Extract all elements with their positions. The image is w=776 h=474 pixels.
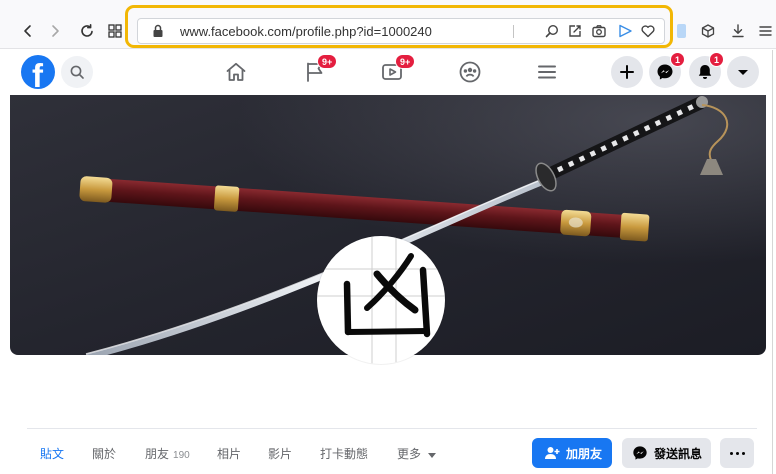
send-icon[interactable]	[617, 23, 633, 39]
search-icon	[70, 65, 84, 79]
address-bar-divider	[513, 25, 514, 38]
zoom-icon[interactable]	[544, 23, 560, 39]
tab-videos-label: 影片	[268, 447, 293, 461]
forward-icon[interactable]	[47, 23, 63, 39]
tab-friends[interactable]: 朋友 190	[145, 446, 190, 464]
more-caret-down-icon[interactable]	[428, 453, 436, 458]
lock-icon[interactable]	[150, 23, 166, 39]
messenger-notification-badge: 1	[670, 52, 686, 67]
caret-down-icon	[738, 70, 748, 75]
video-notification-badge: 9+	[395, 54, 416, 69]
tab-about[interactable]: 關於	[92, 446, 116, 462]
reload-icon[interactable]	[79, 23, 95, 39]
more-options-icon	[735, 451, 739, 455]
tab-photos-label: 相片	[217, 447, 242, 461]
groups-icon[interactable]	[458, 60, 482, 84]
tab-friends-label: 朋友	[145, 447, 170, 461]
share-edit-icon[interactable]	[567, 23, 583, 39]
tab-more[interactable]: 更多	[397, 446, 421, 462]
facebook-logo-letter: f	[32, 57, 43, 90]
tab-photos[interactable]: 相片	[217, 446, 241, 462]
cube-icon[interactable]	[700, 23, 716, 39]
home-icon[interactable]	[224, 60, 248, 84]
tab-posts-label: 貼文	[40, 447, 65, 461]
favorite-heart-icon[interactable]	[640, 23, 656, 39]
account-menu-button[interactable]	[727, 56, 759, 88]
tab-more-label: 更多	[397, 447, 422, 461]
messenger-icon	[657, 64, 673, 80]
pages-notification-badge: 9+	[317, 54, 338, 69]
apps-grid-icon[interactable]	[107, 23, 123, 39]
page-right-border	[772, 50, 773, 474]
add-friend-label: 加朋友	[566, 446, 603, 461]
screenshot-camera-icon[interactable]	[591, 23, 607, 39]
more-options-icon	[729, 451, 733, 455]
tab-bar-divider	[27, 428, 757, 429]
profile-picture[interactable]	[317, 236, 445, 364]
tab-videos[interactable]: 影片	[268, 446, 292, 462]
notifications-badge: 1	[709, 52, 725, 67]
send-message-label: 發送訊息	[654, 446, 703, 461]
add-friend-icon	[545, 447, 560, 459]
plus-icon	[620, 65, 634, 79]
url-text[interactable]: www.facebook.com/profile.php?id=1000240	[180, 24, 432, 39]
create-button[interactable]	[611, 56, 643, 88]
search-button[interactable]	[61, 56, 93, 88]
more-options-icon	[741, 451, 745, 455]
friends-count: 190	[173, 450, 190, 461]
tab-about-label: 關於	[92, 447, 117, 461]
more-options-button[interactable]	[720, 438, 754, 468]
hamburger-menu-icon[interactable]	[535, 60, 559, 84]
tab-checkins[interactable]: 打卡動態	[320, 446, 368, 462]
messenger-icon	[633, 446, 647, 460]
tab-posts[interactable]: 貼文	[40, 446, 64, 462]
send-message-button[interactable]: 發送訊息	[622, 438, 711, 468]
tab-checkins-label: 打卡動態	[320, 447, 369, 461]
extension-icon[interactable]	[677, 24, 686, 38]
calligraphy-character	[343, 253, 431, 338]
back-icon[interactable]	[20, 23, 36, 39]
facebook-logo[interactable]: f	[21, 55, 55, 89]
download-icon[interactable]	[730, 23, 746, 39]
add-friend-button[interactable]: 加朋友	[532, 438, 612, 468]
profile-picture-calligraphy	[317, 236, 445, 364]
menu-icon[interactable]	[758, 23, 773, 39]
